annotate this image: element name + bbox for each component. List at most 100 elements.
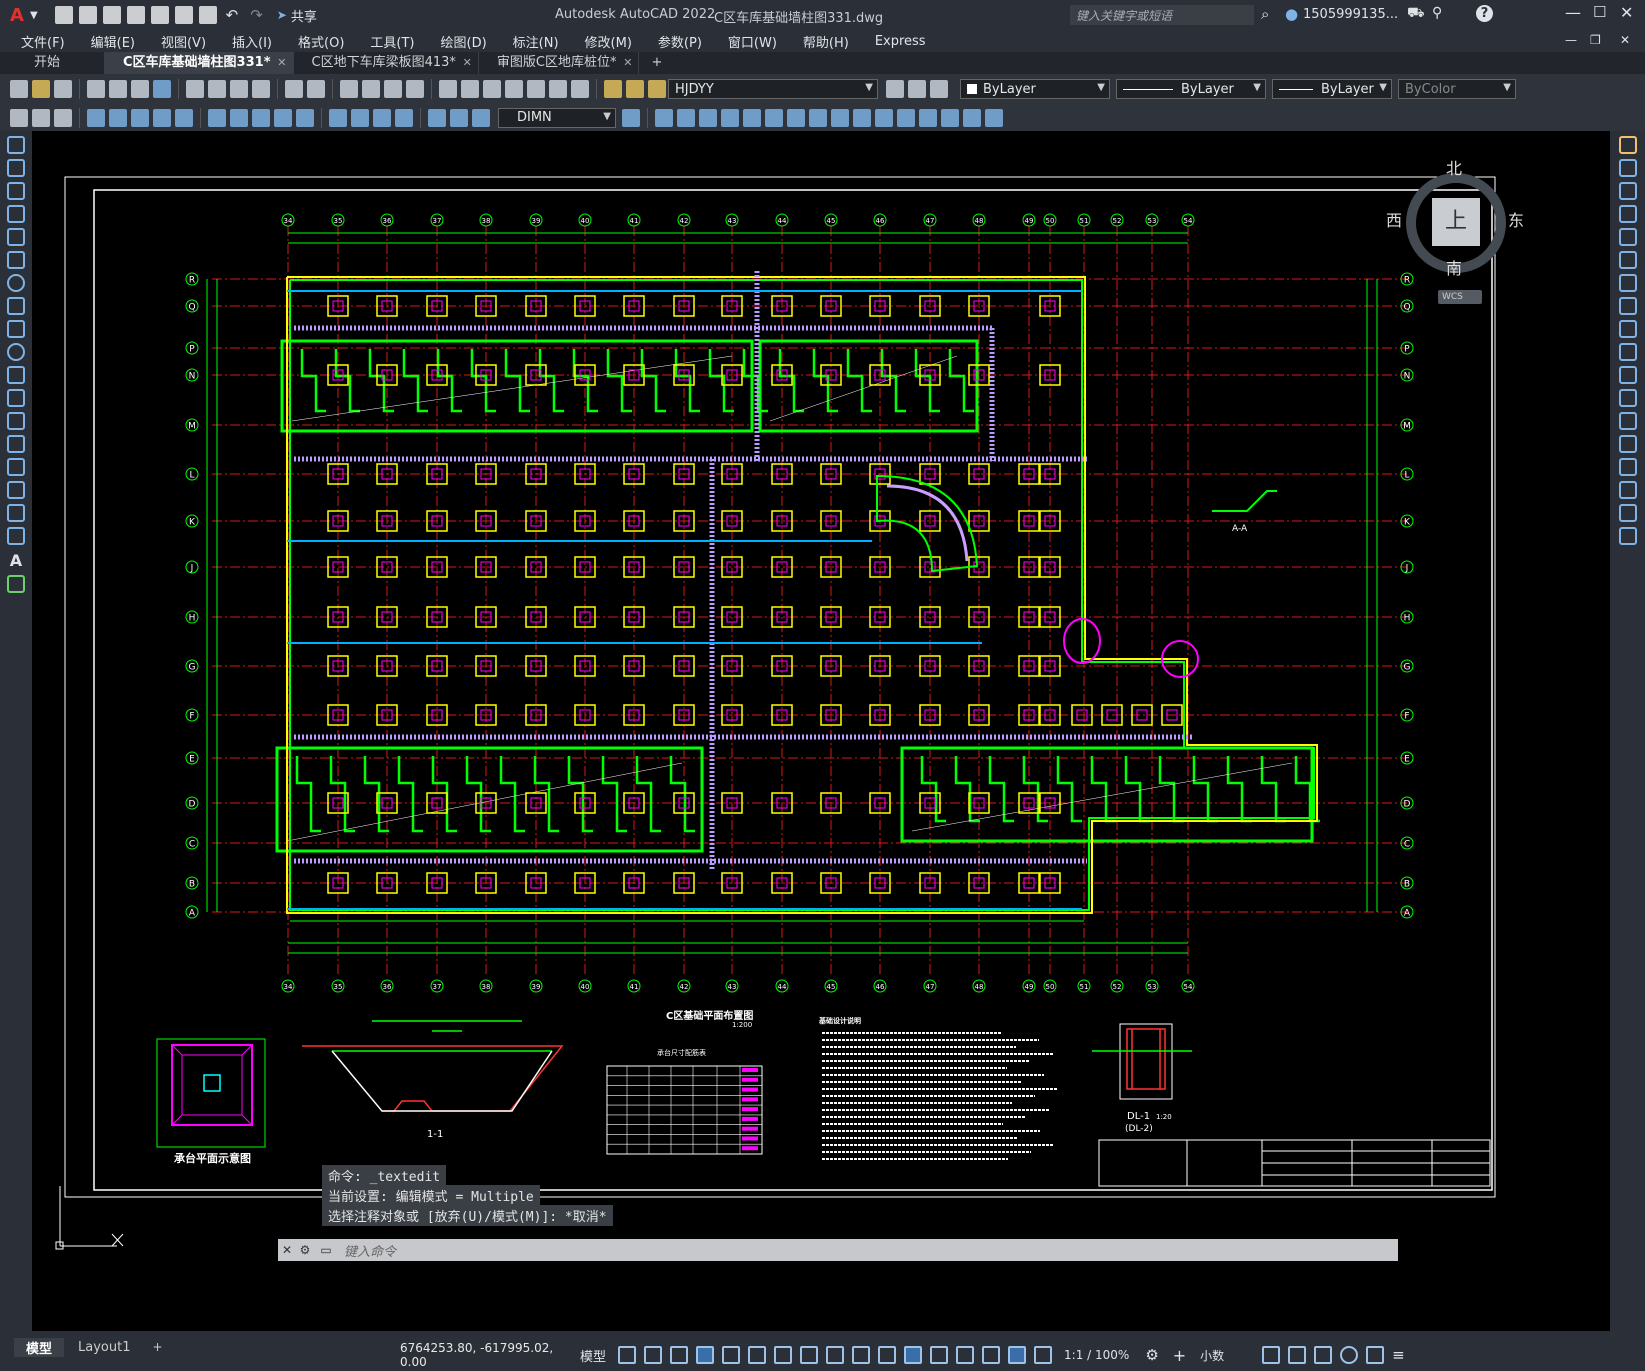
inspection-icon[interactable] bbox=[373, 108, 391, 127]
layer-manager-icon[interactable] bbox=[930, 80, 948, 98]
dim-space-icon[interactable] bbox=[274, 108, 292, 127]
pan-icon[interactable] bbox=[340, 80, 358, 98]
dim-update-icon[interactable] bbox=[472, 108, 490, 127]
qat-open-icon[interactable] bbox=[78, 6, 97, 24]
tab-close-icon[interactable]: ✕ bbox=[277, 52, 286, 74]
mtext-icon[interactable]: A bbox=[0, 551, 32, 570]
modify-chamfer-icon[interactable] bbox=[941, 108, 959, 127]
doc-minimize-icon[interactable]: — bbox=[1565, 33, 1577, 47]
linetype-dropdown[interactable]: ByLayer ▼ bbox=[1116, 79, 1266, 99]
modify-rotate-icon[interactable] bbox=[787, 108, 805, 127]
extend-icon[interactable] bbox=[1618, 366, 1637, 384]
dim-arc-icon[interactable] bbox=[54, 108, 72, 127]
chamfer-icon[interactable] bbox=[1618, 458, 1637, 476]
command-customize-icon[interactable]: ⚙ bbox=[296, 1243, 314, 1257]
object-snap-icon[interactable] bbox=[800, 1346, 819, 1364]
menu-edit[interactable]: 编辑(E) bbox=[78, 32, 148, 51]
viewcube-north[interactable]: 北 bbox=[1446, 155, 1462, 179]
copy-icon[interactable] bbox=[208, 80, 226, 98]
trim-icon[interactable] bbox=[1618, 343, 1637, 361]
command-close-icon[interactable]: ✕ bbox=[278, 1243, 296, 1257]
dim-aligned-icon[interactable] bbox=[32, 108, 50, 127]
line-icon[interactable] bbox=[7, 136, 25, 154]
lock-ui-icon[interactable] bbox=[1288, 1346, 1307, 1364]
isometric-icon[interactable] bbox=[748, 1346, 767, 1364]
minimize-icon[interactable]: — bbox=[1565, 3, 1581, 22]
layer-freeze-icon[interactable] bbox=[626, 80, 644, 98]
publish-icon[interactable] bbox=[131, 80, 149, 98]
modify-erase-icon[interactable] bbox=[655, 108, 673, 127]
cut-icon[interactable] bbox=[186, 80, 204, 98]
help-toolbar-icon[interactable] bbox=[571, 80, 589, 98]
dim-text-edit-icon[interactable] bbox=[450, 108, 468, 127]
qat-web-icon[interactable] bbox=[150, 6, 169, 24]
add-selected-icon[interactable] bbox=[7, 575, 25, 593]
dim-edit-icon[interactable] bbox=[428, 108, 446, 127]
ortho-icon[interactable] bbox=[696, 1346, 715, 1364]
polygon-icon[interactable] bbox=[7, 205, 25, 223]
layer-previous-icon[interactable] bbox=[908, 80, 926, 98]
command-input[interactable]: 键入命令 bbox=[344, 1241, 396, 1260]
qat-redo-icon[interactable]: ↷ bbox=[250, 6, 263, 24]
3d-osnap-icon[interactable] bbox=[904, 1346, 923, 1364]
gradient-icon[interactable] bbox=[7, 481, 25, 499]
array-icon[interactable] bbox=[1618, 228, 1637, 246]
viewcube-top-face[interactable]: 上 bbox=[1432, 198, 1480, 246]
tolerance-icon[interactable] bbox=[329, 108, 347, 127]
tab-pile-position[interactable]: 审图版C区地库桩位* ✕ bbox=[479, 52, 640, 74]
units-dropdown[interactable]: 小数 bbox=[1200, 1347, 1250, 1364]
dim-baseline-icon[interactable] bbox=[230, 108, 248, 127]
explode-icon[interactable] bbox=[1618, 527, 1637, 545]
wcs-dropdown[interactable]: WCS bbox=[1438, 290, 1482, 304]
menu-file[interactable]: 文件(F) bbox=[8, 32, 78, 51]
viewcube-south[interactable]: 南 bbox=[1446, 255, 1462, 279]
annotation-scale[interactable]: 1:1 / 100% bbox=[1064, 1348, 1129, 1362]
menu-tools[interactable]: 工具(T) bbox=[357, 32, 427, 51]
insert-block-icon[interactable] bbox=[7, 389, 25, 407]
color-dropdown[interactable]: ByLayer ▼ bbox=[960, 79, 1110, 99]
model-space-button[interactable]: 模型 bbox=[580, 1346, 606, 1365]
open-icon[interactable] bbox=[32, 80, 50, 98]
menu-format[interactable]: 格式(O) bbox=[285, 32, 357, 51]
offset-icon[interactable] bbox=[1618, 205, 1637, 223]
sheet-set-icon[interactable] bbox=[505, 80, 523, 98]
menu-dimension[interactable]: 标注(N) bbox=[500, 32, 572, 51]
dynamic-input-icon[interactable] bbox=[670, 1346, 689, 1364]
dim-diameter-icon[interactable] bbox=[153, 108, 171, 127]
qat-save-icon[interactable] bbox=[102, 6, 121, 24]
tool-palettes-icon[interactable] bbox=[483, 80, 501, 98]
modify-move-icon[interactable] bbox=[765, 108, 783, 127]
center-mark-icon[interactable] bbox=[351, 108, 369, 127]
grid-icon[interactable] bbox=[618, 1346, 637, 1364]
menu-insert[interactable]: 插入(I) bbox=[219, 32, 285, 51]
zoom-window-icon[interactable] bbox=[384, 80, 402, 98]
lineweight-dropdown[interactable]: ByLayer ▼ bbox=[1272, 79, 1392, 99]
table-icon[interactable] bbox=[7, 527, 25, 545]
web-icon[interactable] bbox=[153, 80, 171, 98]
dim-linear-icon[interactable] bbox=[10, 108, 28, 127]
polar-icon[interactable] bbox=[722, 1346, 741, 1364]
rectangle-icon[interactable] bbox=[7, 228, 25, 246]
maximize-icon[interactable]: ☐ bbox=[1593, 3, 1606, 21]
menu-help[interactable]: 帮助(H) bbox=[790, 32, 862, 51]
doc-restore-icon[interactable]: ❐ bbox=[1590, 33, 1601, 47]
search-box[interactable]: 键入关键字或短语 bbox=[1070, 5, 1254, 25]
modify-trim-icon[interactable] bbox=[853, 108, 871, 127]
cart-icon[interactable]: ⛟ bbox=[1407, 5, 1425, 23]
rotate-icon[interactable] bbox=[1618, 274, 1637, 292]
selection-cycling-icon[interactable] bbox=[878, 1346, 897, 1364]
modify-stretch-icon[interactable] bbox=[831, 108, 849, 127]
new-icon[interactable] bbox=[10, 80, 28, 98]
workspace-gear-icon[interactable]: ⚙ bbox=[1145, 1346, 1158, 1364]
circle-icon[interactable] bbox=[7, 274, 25, 292]
layer-lock-icon[interactable] bbox=[648, 80, 666, 98]
construction-line-icon[interactable] bbox=[7, 159, 25, 177]
polyline-icon[interactable] bbox=[7, 182, 25, 200]
dim-radius-icon[interactable] bbox=[109, 108, 127, 127]
modify-explode-icon[interactable] bbox=[985, 108, 1003, 127]
break-at-point-icon[interactable] bbox=[1618, 389, 1637, 407]
qat-upload-icon[interactable] bbox=[174, 6, 193, 24]
dim-break-icon[interactable] bbox=[296, 108, 314, 127]
qat-share-icon[interactable]: ➤ bbox=[277, 8, 287, 22]
viewcube[interactable]: 上 北 南 西 东 bbox=[1386, 149, 1524, 278]
